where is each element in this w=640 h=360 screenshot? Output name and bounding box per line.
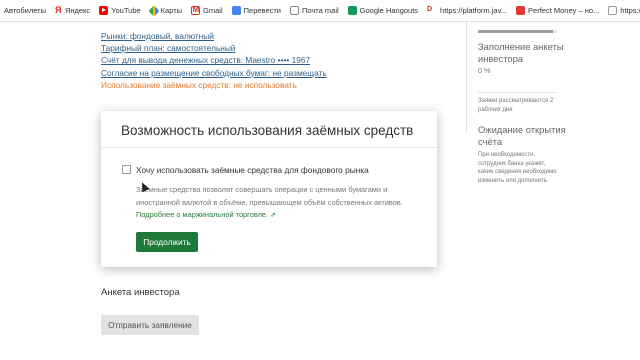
external-link-icon: ⇗: [270, 212, 276, 220]
sidebar-separator: [478, 92, 557, 93]
fill-percent: 0 %: [478, 66, 491, 75]
checkbox-label[interactable]: Хочу использовать заёмные средства для ф…: [136, 165, 369, 175]
bookmark-perfect-money[interactable]: Perfect Money – но...: [516, 6, 599, 15]
hangouts-icon: [347, 6, 357, 15]
borrowed-funds-card: Возможность использования заёмных средст…: [101, 111, 437, 267]
bookmark-login-mos[interactable]: https://login.mos.ru...: [608, 6, 640, 15]
card-divider: [101, 147, 437, 148]
bookmark-hangouts[interactable]: Google Hangouts: [347, 6, 418, 15]
bookmark-youtube[interactable]: YouTube: [99, 6, 141, 15]
fill-note: Заявки рассматриваются 2 рабочих дня: [478, 98, 554, 113]
platform-icon: D: [427, 6, 433, 13]
bookmark-yandex[interactable]: Я Яндекс: [54, 5, 90, 16]
maps-icon: [148, 4, 160, 17]
step-fill-questionnaire: Заполнение анкеты инвестора 0 %: [478, 41, 568, 75]
sidebar-divider: [466, 22, 467, 132]
step-wait-account: Ожидание открытия счёта: [478, 124, 568, 147]
description-text: Заёмные средства позволят совершать опер…: [136, 185, 403, 207]
card-description: Заёмные средства позволят совершать опер…: [136, 184, 411, 223]
link-securities-consent[interactable]: Согласие на размещение свободных бумаг: …: [101, 67, 327, 79]
fill-note-block: Заявки рассматриваются 2 рабочих дня: [478, 97, 560, 114]
link-markets[interactable]: Рынки: фондовый, валютный: [101, 30, 327, 42]
borrowed-funds-checkbox[interactable]: [122, 165, 131, 174]
perfect-money-icon: [516, 6, 526, 15]
bookmark-translate[interactable]: Перевести: [231, 6, 281, 15]
continue-button[interactable]: Продолжить: [136, 232, 198, 252]
bookmarks-bar: Автобилеты ЯЯндекс YouTube Карты Gmail П…: [0, 0, 640, 22]
yandex-icon: Я: [54, 5, 62, 15]
wait-note-block: При необходимости, сотрудник банка укаже…: [478, 151, 560, 185]
page-icon: [608, 6, 618, 15]
investor-section-title: Анкета инвестора: [101, 287, 180, 298]
submit-application-button[interactable]: Отправить заявление: [101, 315, 199, 335]
bookmark-gmail[interactable]: Gmail: [191, 5, 223, 15]
mail-icon: [290, 6, 299, 15]
bookmark-avtobilety[interactable]: Автобилеты: [4, 6, 46, 15]
wait-title: Ожидание открытия счёта: [478, 124, 566, 147]
margin-trading-link[interactable]: Подробнее о маржинальной торговле.: [136, 210, 268, 219]
progress-bar: [478, 30, 557, 33]
link-borrowed-funds[interactable]: Использование заёмных средств: не исполь…: [101, 79, 327, 91]
card-title: Возможность использования заёмных средст…: [121, 123, 414, 138]
youtube-icon: [99, 6, 109, 15]
bookmark-mail[interactable]: Почта mail: [290, 6, 339, 15]
link-tariff[interactable]: Тарифный план: самостоятельный: [101, 42, 327, 54]
link-withdraw-account[interactable]: Счёт для вывода денежных средств: Maestr…: [101, 54, 327, 66]
translate-icon: [231, 6, 241, 15]
fill-title: Заполнение анкеты инвестора: [478, 41, 564, 64]
settings-summary: Рынки: фондовый, валютный Тарифный план:…: [101, 30, 327, 91]
wait-note: При необходимости, сотрудник банка укаже…: [478, 152, 557, 184]
bookmark-maps[interactable]: Карты: [148, 4, 182, 17]
progress-fill: [478, 30, 554, 33]
bookmark-platform[interactable]: Dhttps://platform.jav...: [427, 6, 507, 15]
gmail-icon: [191, 5, 201, 15]
